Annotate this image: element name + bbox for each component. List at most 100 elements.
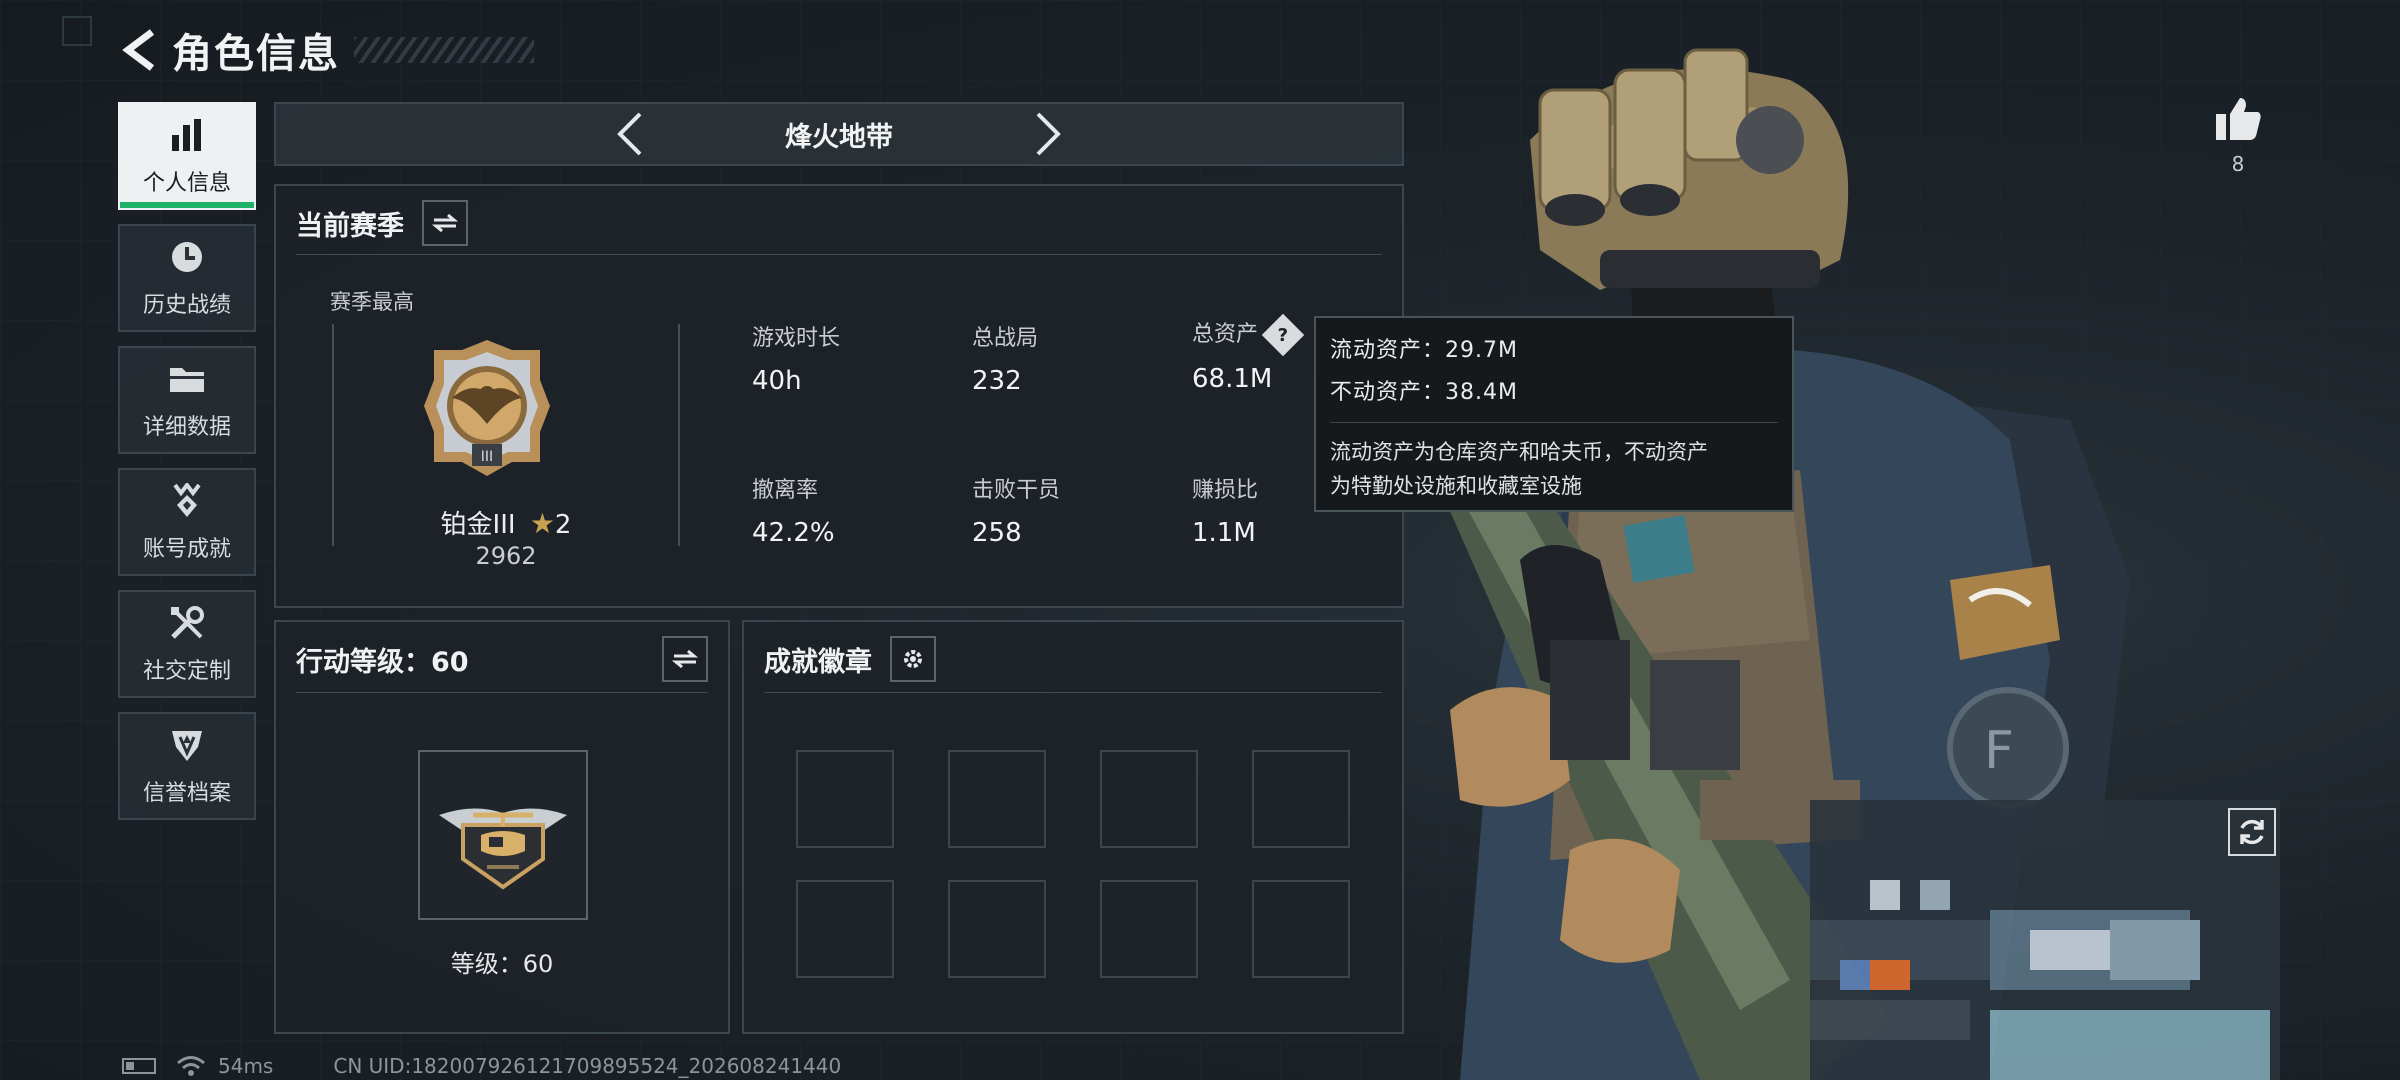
tooltip-desc-line: 为特勤处设施和收藏室设施 <box>1330 474 1582 498</box>
thumbs-up-icon <box>2216 98 2261 140</box>
bar-chart-icon <box>167 115 207 155</box>
uid-text: CN UID:182007926121709895524_20260824144… <box>333 1054 842 1078</box>
tooltip-desc-line: 流动资产为仓库资产和哈夫币，不动资产 <box>1330 440 1708 464</box>
tools-icon <box>167 603 207 643</box>
chevron-right-icon <box>1036 112 1061 156</box>
nav-item-personal-info[interactable]: 个人信息 <box>118 102 256 210</box>
panel-divider <box>296 254 1382 255</box>
star-icon: ★ <box>529 507 555 540</box>
swap-icon <box>432 213 458 233</box>
prev-mode-button[interactable] <box>599 104 659 164</box>
panel-header: 成就徽章 <box>764 636 936 682</box>
folder-icon <box>167 359 207 399</box>
svg-text:III: III <box>481 449 493 465</box>
nav-label: 历史战绩 <box>142 293 231 318</box>
rank-stars: 2 <box>554 510 572 540</box>
ping-value: 54ms <box>218 1054 274 1078</box>
badge-slot[interactable] <box>1252 880 1350 978</box>
chevron-left-icon <box>617 112 642 156</box>
achievement-badges-panel: 成就徽章 <box>742 620 1404 1034</box>
nav-item-social[interactable]: 社交定制 <box>118 590 256 698</box>
nav-label: 个人信息 <box>142 171 231 196</box>
badge-slot[interactable] <box>1100 750 1198 848</box>
stat-value: 40h <box>752 366 802 396</box>
badge-settings-button[interactable] <box>890 636 936 682</box>
nav-item-detail-data[interactable]: 详细数据 <box>118 346 256 454</box>
badge-slot[interactable] <box>948 750 1046 848</box>
clock-icon <box>167 237 207 277</box>
rank-score: 2962 <box>475 542 537 570</box>
nav-item-credit[interactable]: 信誉档案 <box>118 712 256 820</box>
nav-item-achievements[interactable]: 账号成就 <box>118 468 256 576</box>
stat-operators-defeated: 击败干员 258 <box>972 472 1060 548</box>
stat-total-matches: 总战局 232 <box>972 320 1038 396</box>
badge-slot[interactable] <box>1100 880 1198 978</box>
nav-label: 信誉档案 <box>142 781 231 806</box>
stat-label-text: 总资产 <box>1192 322 1259 347</box>
nav-label: 账号成就 <box>142 537 231 562</box>
stat-profit-ratio: 赚损比 1.1M <box>1192 472 1258 548</box>
switch-season-button[interactable] <box>422 200 468 246</box>
switch-level-button[interactable] <box>662 636 708 682</box>
swap-icon <box>672 649 698 669</box>
back-arrow-icon <box>122 29 155 71</box>
platinum-rank-badge-icon: III <box>424 340 550 476</box>
stat-label: 总资产? <box>1192 313 1305 357</box>
liquid-assets: 流动资产：29.7M <box>1330 338 1518 363</box>
stat-label: 赚损比 <box>1192 478 1259 503</box>
gear-icon <box>904 650 922 668</box>
wifi-icon <box>177 1056 205 1076</box>
stat-extraction-rate: 撤离率 42.2% <box>752 472 835 548</box>
stat-value: 258 <box>972 518 1022 548</box>
stat-value: 232 <box>972 366 1022 396</box>
medal-icon <box>167 481 207 521</box>
help-icon[interactable]: ? <box>1261 313 1305 357</box>
panel-divider <box>764 692 1382 693</box>
tooltip-divider <box>1330 422 1778 423</box>
like-count: 8 <box>2231 152 2245 176</box>
badge-slot[interactable] <box>948 880 1046 978</box>
mode-name: 烽火地带 <box>785 121 893 153</box>
page-title: 角色信息 <box>172 31 340 77</box>
rank-name-row: 铂金III ★2 <box>332 504 680 541</box>
current-season-panel: 当前赛季 赛季最高 III 铂金III ★2 2962 游戏时长 40h 总战局… <box>274 184 1404 608</box>
panel-header: 行动等级：60 <box>296 636 708 682</box>
status-bar: 54ms CN UID:182007926121709895524_202608… <box>122 1054 841 1078</box>
nav-label: 详细数据 <box>142 415 231 440</box>
stat-value: 1.1M <box>1192 518 1256 548</box>
like-button[interactable] <box>2208 96 2268 142</box>
helicopter-badge-icon <box>439 808 567 890</box>
level-text: 等级：60 <box>450 950 554 978</box>
badge-slot[interactable] <box>1252 750 1350 848</box>
title-stripe <box>354 37 534 63</box>
svg-text:F: F <box>1984 721 2014 781</box>
action-level-title: 行动等级：60 <box>296 646 469 678</box>
panel-header: 当前赛季 <box>296 200 468 246</box>
like-widget: 8 <box>2208 96 2268 176</box>
corner-mark <box>62 16 92 46</box>
refresh-icon <box>2240 819 2264 845</box>
stat-label: 游戏时长 <box>752 326 841 351</box>
side-nav: 个人信息 历史战绩 详细数据 账号成就 社交定制 信誉档案 <box>118 102 256 834</box>
mode-selector: 烽火地带 <box>274 102 1404 166</box>
stat-label: 总战局 <box>972 326 1039 351</box>
stat-total-assets: 总资产? 68.1M <box>1192 313 1305 394</box>
battery-icon <box>122 1058 156 1074</box>
stat-label: 撤离率 <box>752 478 819 503</box>
nav-item-history[interactable]: 历史战绩 <box>118 224 256 332</box>
badge-slot[interactable] <box>796 750 894 848</box>
badge-slot[interactable] <box>796 880 894 978</box>
pixelated-area <box>1810 800 2280 1080</box>
assets-tooltip: 流动资产：29.7M 不动资产：38.4M 流动资产为仓库资产和哈夫币，不动资产… <box>1314 316 1794 512</box>
nav-label: 社交定制 <box>142 659 231 684</box>
header: 角色信息 <box>118 22 534 78</box>
rotate-model-button[interactable] <box>2228 808 2276 856</box>
back-button[interactable] <box>118 22 162 78</box>
stat-play-time: 游戏时长 40h <box>752 320 840 396</box>
season-title: 当前赛季 <box>296 210 404 242</box>
rank-name: 铂金III <box>440 510 516 540</box>
shield-icon <box>167 725 207 765</box>
next-mode-button[interactable] <box>1019 104 1079 164</box>
stat-value: 42.2% <box>752 518 835 548</box>
fixed-assets: 不动资产：38.4M <box>1330 380 1518 405</box>
